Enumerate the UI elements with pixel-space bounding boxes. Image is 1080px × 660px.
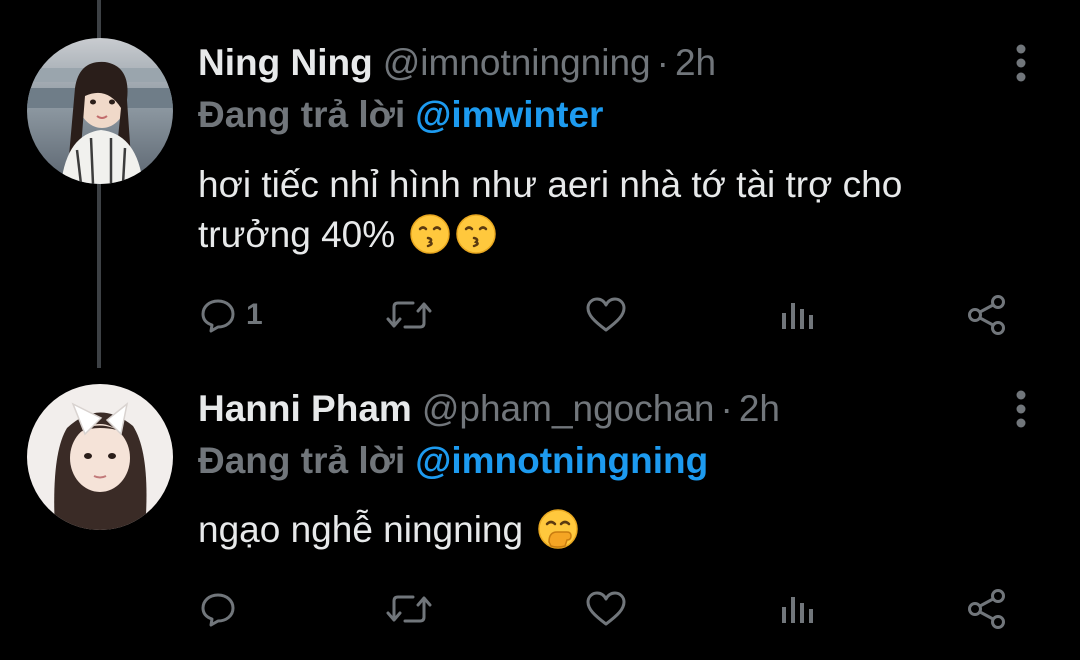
retweet-button[interactable] bbox=[386, 290, 432, 340]
retweet-icon bbox=[386, 595, 432, 623]
tweet-text-line: trưởng 40% bbox=[198, 214, 396, 255]
tweet[interactable]: Ning Ning @imnotningning · 2h Đang trả lời @… bbox=[0, 0, 1080, 354]
reply-icon bbox=[201, 299, 235, 333]
timestamp[interactable]: 2h bbox=[675, 42, 716, 83]
author-handle[interactable]: @imnotningning bbox=[383, 42, 651, 83]
tweet-actions: 1 bbox=[198, 290, 1028, 340]
author-name[interactable]: Hanni Pham bbox=[198, 388, 412, 429]
reply-button[interactable]: 1 bbox=[198, 290, 263, 340]
retweet-icon bbox=[386, 301, 432, 329]
like-button[interactable] bbox=[584, 584, 628, 634]
reply-button[interactable] bbox=[198, 584, 246, 634]
share-button[interactable] bbox=[966, 290, 1010, 340]
views-icon bbox=[782, 597, 813, 623]
timestamp[interactable]: 2h bbox=[739, 388, 780, 429]
heart-icon bbox=[586, 297, 626, 332]
reply-target-link[interactable]: @imnotningning bbox=[415, 440, 708, 481]
tweet[interactable]: Hanni Pham @pham_ngochan · 2h Đang trả lời @… bbox=[0, 354, 1080, 660]
reply-icon bbox=[201, 593, 235, 627]
share-icon bbox=[968, 589, 1005, 629]
replying-to-label: Đang trả lời bbox=[198, 440, 406, 481]
more-options-button[interactable] bbox=[1008, 43, 1034, 83]
replying-to: Đang trả lời @imwinter bbox=[198, 92, 603, 138]
reply-count: 1 bbox=[246, 298, 263, 331]
views-icon bbox=[782, 303, 813, 329]
author-name[interactable]: Ning Ning bbox=[198, 42, 373, 83]
like-button[interactable] bbox=[584, 290, 628, 340]
separator: · bbox=[656, 42, 669, 83]
tweet-header: Hanni Pham @pham_ngochan · 2h bbox=[198, 386, 780, 432]
more-options-button[interactable] bbox=[1008, 389, 1034, 429]
retweet-button[interactable] bbox=[386, 584, 432, 634]
tweet-text: hơi tiếc nhỉ hình như aeri nhà tớ tài tr… bbox=[198, 160, 1038, 260]
avatar[interactable] bbox=[27, 38, 173, 184]
timeline: Ning Ning @imnotningning · 2h Đang trả lời @… bbox=[0, 0, 1080, 660]
heart-icon bbox=[586, 591, 626, 626]
views-button[interactable] bbox=[776, 290, 816, 340]
share-icon bbox=[968, 295, 1005, 335]
tweet-text: ngạo nghễ ningning bbox=[198, 505, 1038, 555]
avatar[interactable] bbox=[27, 384, 173, 530]
face-with-hand-over-mouth-emoji bbox=[538, 509, 579, 549]
kissing-face-emoji bbox=[410, 214, 451, 254]
share-button[interactable] bbox=[966, 584, 1010, 634]
tweet-actions bbox=[198, 584, 1028, 634]
tweet-text-line: ngạo nghễ ningning bbox=[198, 509, 524, 550]
views-button[interactable] bbox=[776, 584, 816, 634]
replying-to: Đang trả lời @imnotningning bbox=[198, 438, 708, 484]
more-icon bbox=[1016, 44, 1026, 82]
reply-target-link[interactable]: @imwinter bbox=[415, 94, 603, 135]
separator: · bbox=[720, 388, 733, 429]
author-handle[interactable]: @pham_ngochan bbox=[422, 388, 715, 429]
more-icon bbox=[1016, 390, 1026, 428]
kissing-face-emoji bbox=[456, 214, 497, 254]
tweet-text-line: hơi tiếc nhỉ hình như aeri nhà tớ tài tr… bbox=[198, 164, 903, 205]
tweet-header: Ning Ning @imnotningning · 2h bbox=[198, 40, 716, 86]
replying-to-label: Đang trả lời bbox=[198, 94, 406, 135]
